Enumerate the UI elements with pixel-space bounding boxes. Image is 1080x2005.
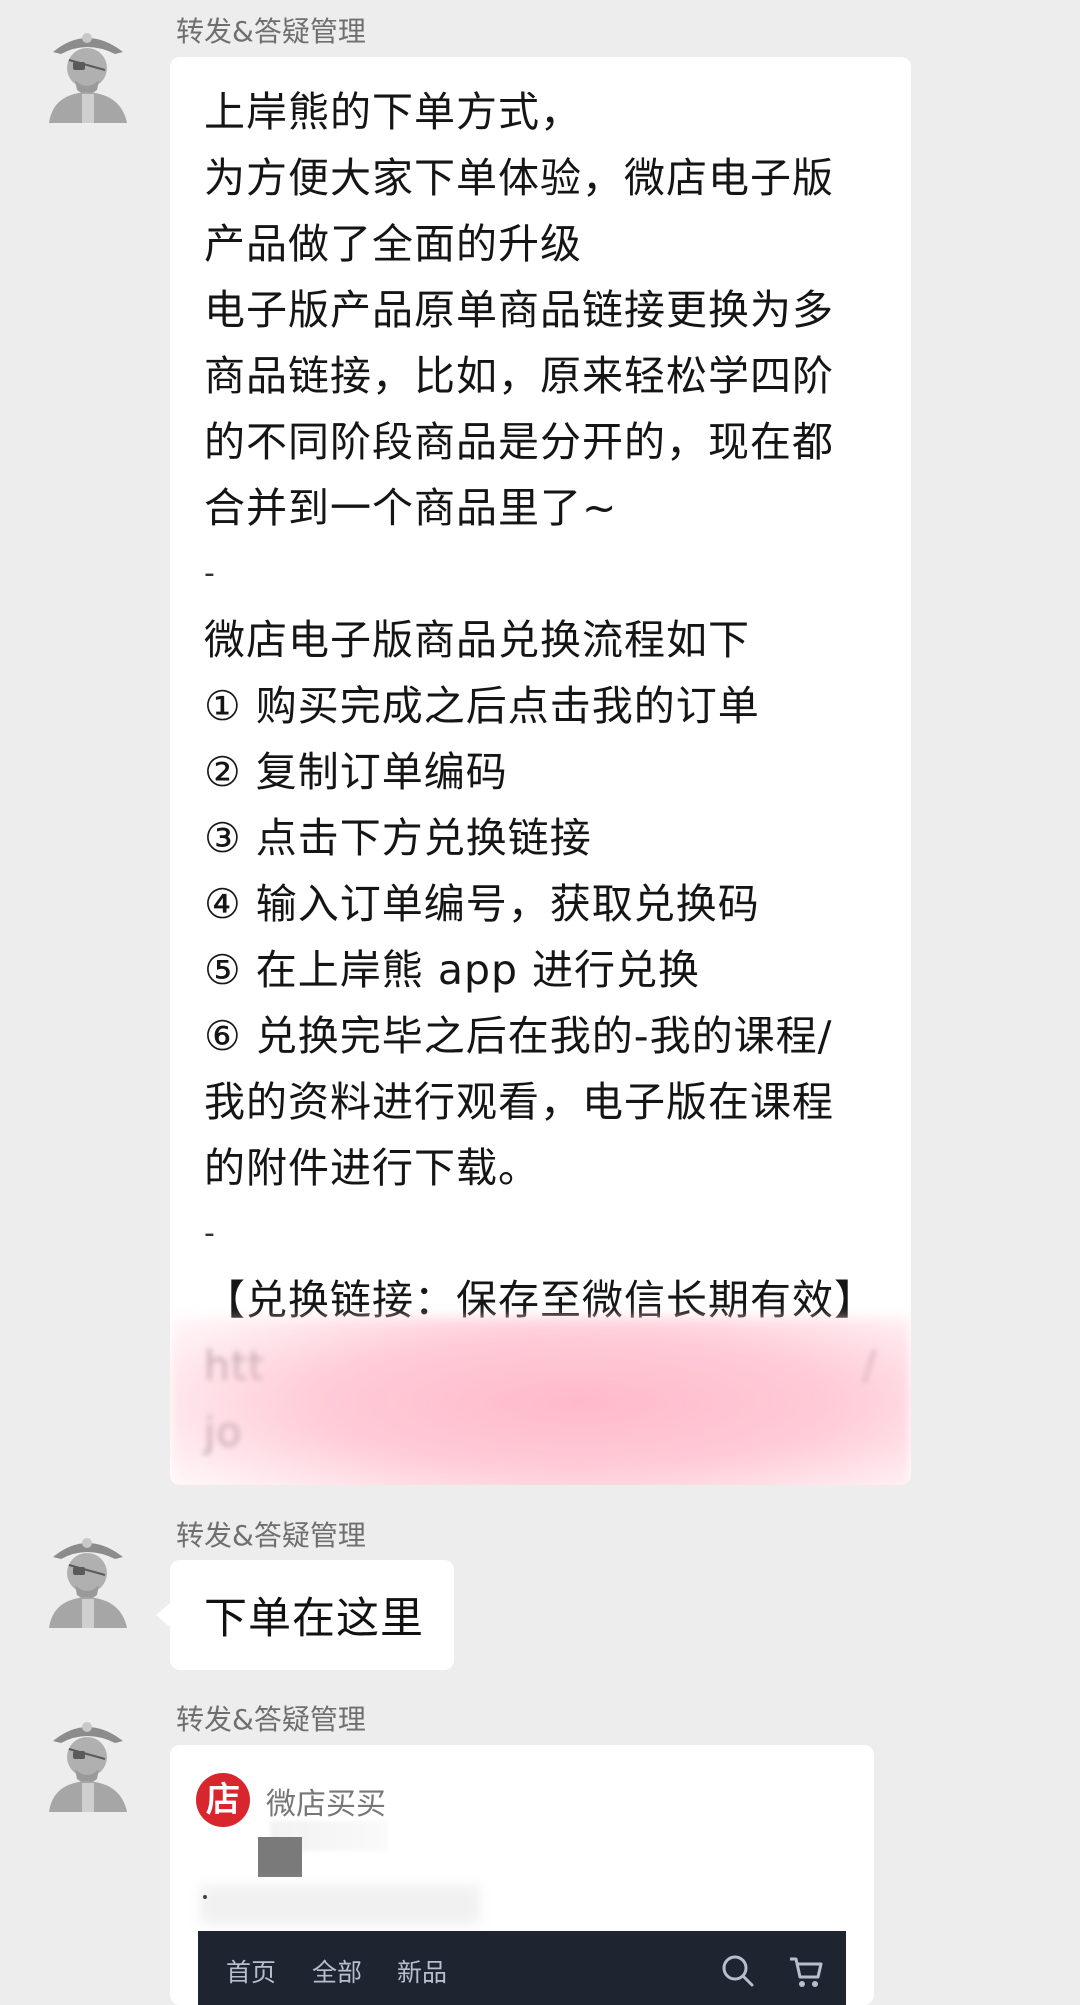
nav-new[interactable]: 新品 (397, 1953, 447, 1989)
nav-all[interactable]: 全部 (312, 1953, 362, 1989)
message-bubble[interactable]: 下单在这里 (156, 1560, 454, 1670)
redacted-block (258, 1837, 302, 1877)
text-line: 的不同阶段商品是分开的，现在都 (204, 418, 834, 466)
mini-program-card[interactable]: 店 微店买买 首页 全部 新品 (170, 1745, 874, 2005)
sender-name: 转发&答疑管理 (176, 15, 366, 48)
text-line: 电子版产品原单商品链接更换为多 (204, 286, 834, 334)
shop-name: 微店买买 (266, 1787, 386, 1822)
text-line: 【兑换链接：保存至微信长期有效】 (204, 1276, 876, 1324)
link-fragment: jo (204, 1408, 243, 1456)
redacted-link-line[interactable]: jo (204, 1399, 881, 1465)
text-line: - (204, 1216, 216, 1251)
pirate-avatar-icon (35, 1707, 140, 1812)
text-line: 的附件进行下载。 (204, 1144, 540, 1192)
text-line: 我的资料进行观看，电子版在课程 (204, 1078, 834, 1126)
link-fragment-start: htt (204, 1342, 266, 1390)
link-fragment-end: / (862, 1342, 877, 1390)
shop-logo-icon: 店 (196, 1773, 250, 1827)
text-line: 为方便大家下单体验，微店电子版 (204, 154, 834, 202)
text-line: ⑥ 兑换完毕之后在我的-我的课程/ (204, 1012, 833, 1060)
text-line: 商品链接，比如，原来轻松学四阶 (204, 352, 834, 400)
text-line: ④ 输入订单编号，获取兑换码 (204, 880, 760, 928)
sender-avatar[interactable] (35, 1707, 140, 1812)
text-line: 合并到一个商品里了~ (204, 484, 618, 532)
search-icon[interactable] (718, 1951, 758, 1991)
redacted-description (200, 1885, 480, 1925)
sender-avatar[interactable] (35, 18, 140, 123)
pirate-avatar-icon (35, 1523, 140, 1628)
text-line: ③ 点击下方兑换链接 (204, 814, 592, 862)
pirate-avatar-icon (35, 18, 140, 123)
cart-icon[interactable] (786, 1951, 826, 1991)
sender-avatar[interactable] (35, 1523, 140, 1628)
bubble-tail (156, 1603, 170, 1627)
nav-home[interactable]: 首页 (226, 1953, 276, 1989)
text-line: ⑤ 在上岸熊 app 进行兑换 (204, 946, 701, 994)
shop-preview[interactable]: 首页 全部 新品 (198, 1931, 846, 2005)
text-line: - (204, 556, 216, 591)
sender-name: 转发&答疑管理 (176, 1703, 366, 1736)
text-line: ② 复制订单编码 (204, 748, 508, 796)
text-line: 上岸熊的下单方式， (204, 88, 582, 136)
dot-mark (203, 1895, 207, 1899)
message-bubble[interactable]: 上岸熊的下单方式， 为方便大家下单体验，微店电子版 产品做了全面的升级 电子版产… (170, 57, 911, 1485)
text-line: 微店电子版商品兑换流程如下 (204, 616, 750, 664)
text-line: 产品做了全面的升级 (204, 220, 582, 268)
text-line: ① 购买完成之后点击我的订单 (204, 682, 760, 730)
message-text: 上岸熊的下单方式， 为方便大家下单体验，微店电子版 产品做了全面的升级 电子版产… (204, 79, 881, 1465)
sender-name: 转发&答疑管理 (176, 1519, 366, 1552)
redacted-link-line[interactable]: htt / (204, 1333, 881, 1399)
message-text: 下单在这里 (204, 1594, 424, 1644)
